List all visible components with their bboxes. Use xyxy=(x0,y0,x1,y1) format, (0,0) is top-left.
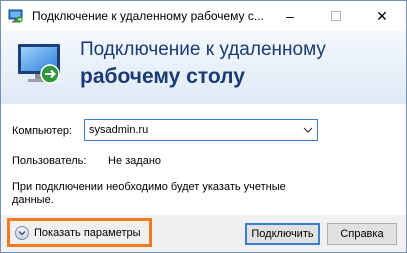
expand-options-icon xyxy=(15,225,29,240)
close-button[interactable]: ✕ xyxy=(359,1,405,31)
user-label: Пользователь: xyxy=(12,155,87,167)
maximize-button xyxy=(313,1,359,31)
banner-title-line1: Подключение к удаленному xyxy=(80,39,326,60)
computer-combobox[interactable]: sysadmin.ru xyxy=(84,119,318,141)
remote-desktop-large-icon xyxy=(18,44,60,84)
chevron-down-icon[interactable] xyxy=(303,125,313,135)
window-title: Подключение к удаленному рабочему с... xyxy=(32,9,264,23)
show-options-label: Показать параметры xyxy=(34,226,141,239)
user-value: Не задано xyxy=(108,155,162,167)
banner-title-line2: рабочему столу xyxy=(80,65,245,88)
maximize-icon xyxy=(331,11,341,21)
help-button[interactable]: Справка xyxy=(327,223,397,245)
remote-desktop-icon xyxy=(8,9,23,23)
remote-desktop-window: Подключение к удаленному рабочему с... –… xyxy=(0,0,407,253)
header-banner: Подключение к удаленному рабочему столу xyxy=(1,31,406,104)
minimize-button[interactable]: – xyxy=(267,1,313,31)
title-bar[interactable]: Подключение к удаленному рабочему с... –… xyxy=(1,1,406,31)
credentials-info-line2: данные. xyxy=(12,194,54,206)
show-options-button[interactable]: Показать параметры xyxy=(7,218,152,247)
chevron-down-icon xyxy=(18,230,26,235)
computer-input[interactable]: sysadmin.ru xyxy=(89,124,148,136)
credentials-info-line1: При подключении необходимо будет указать… xyxy=(12,181,286,193)
connect-button[interactable]: Подключить xyxy=(245,223,320,245)
computer-label: Компьютер: xyxy=(12,125,72,137)
